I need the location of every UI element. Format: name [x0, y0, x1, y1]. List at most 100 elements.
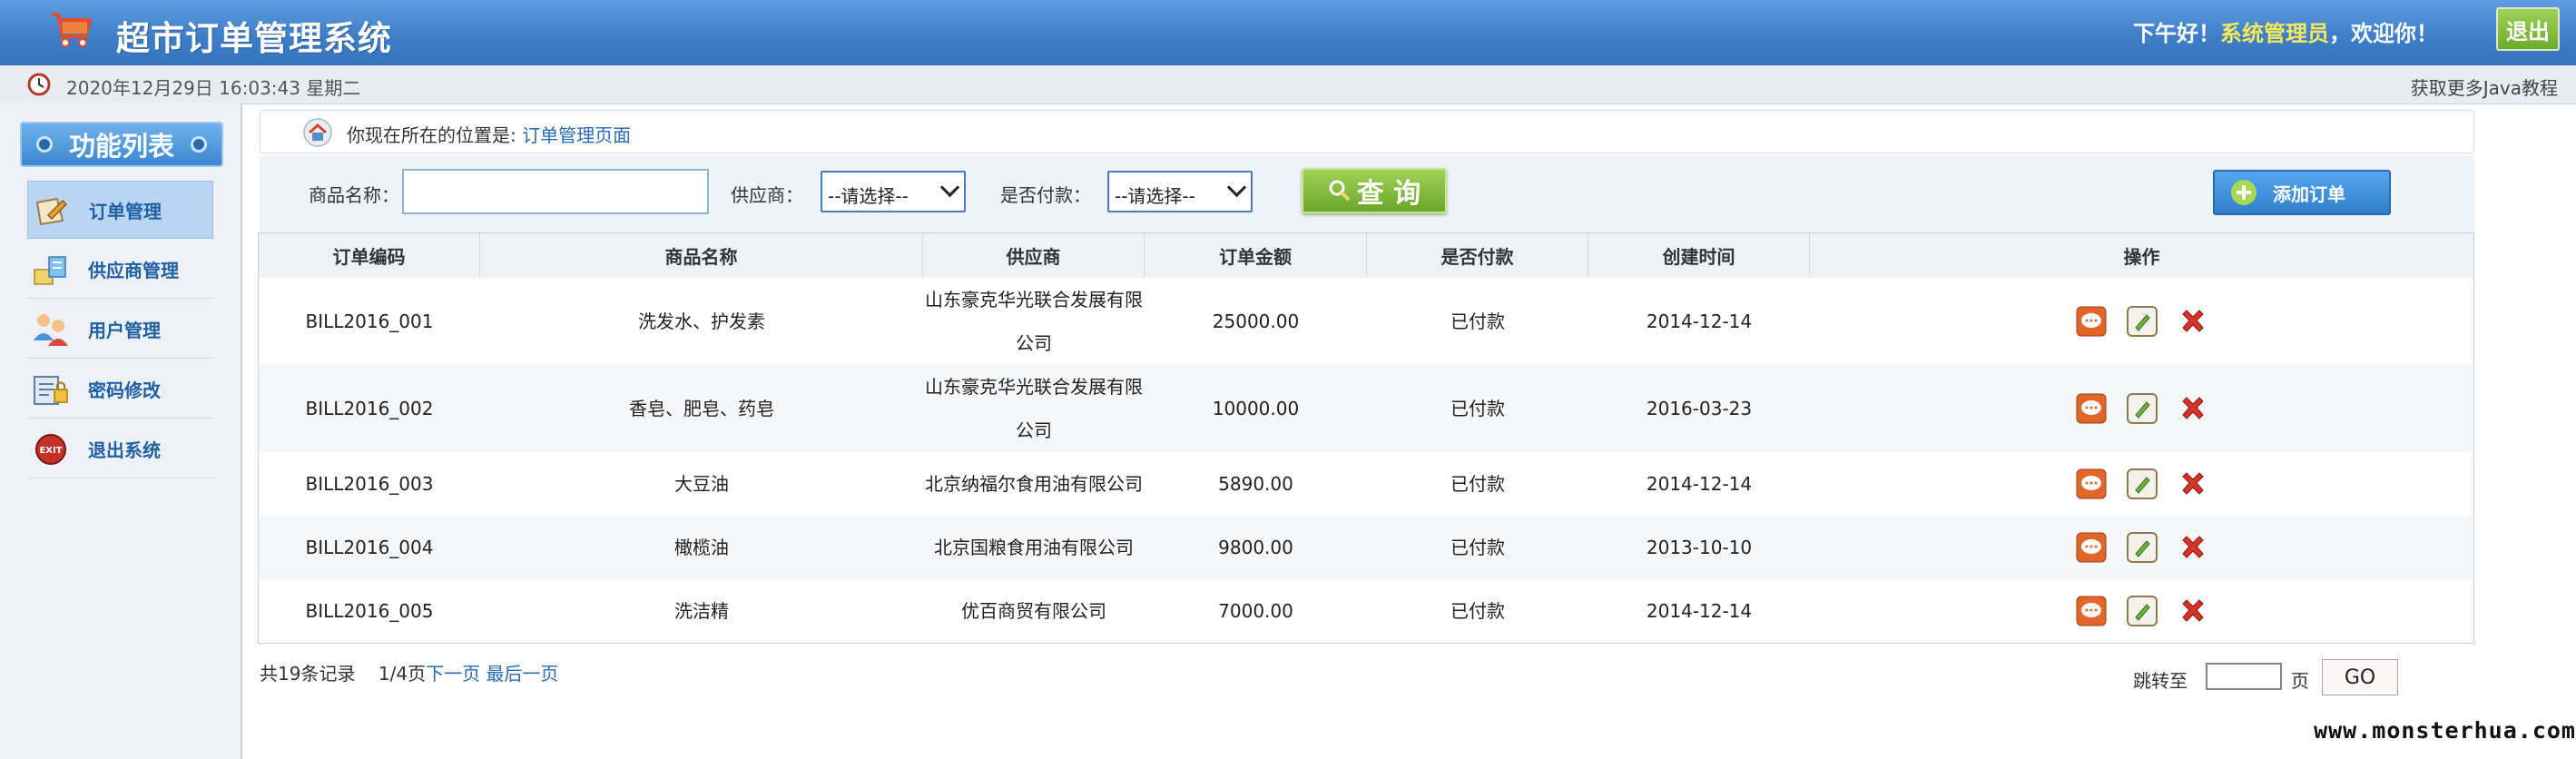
supplier-name: 北京国粮食用油有限公司 [923, 516, 1145, 579]
delete-icon[interactable] [2178, 393, 2208, 424]
breadcrumb-prefix: 你现在所在的位置是: [347, 124, 516, 146]
username: 系统管理员 [2220, 21, 2329, 46]
row-actions [1810, 579, 2473, 643]
password-icon [34, 375, 68, 405]
bullet-icon [191, 136, 207, 153]
delete-icon[interactable] [2178, 596, 2208, 626]
jump-page-input[interactable] [2206, 663, 2282, 690]
order-amount: 10000.00 [1212, 398, 1300, 419]
product-name: 大豆油 [674, 473, 729, 495]
supplier-selected: --请选择-- [828, 185, 909, 207]
sidebar-item-label: 退出系统 [88, 439, 161, 461]
supplier-line: 北京纳福尔食用油有限公司 [925, 473, 1143, 495]
order-amount: 7000.00 [1218, 600, 1293, 622]
edit-icon[interactable] [2126, 596, 2158, 626]
plus-icon [2231, 180, 2256, 205]
sidebar-item-label: 供应商管理 [88, 260, 179, 281]
delete-icon[interactable] [2178, 306, 2208, 337]
shopping-cart-icon [52, 13, 92, 47]
paid-status: 已付款 [1450, 310, 1505, 332]
edit-icon[interactable] [2126, 532, 2158, 563]
total-records: 共19条记录 [260, 663, 356, 685]
go-button[interactable]: GO [2322, 659, 2398, 695]
edit-icon[interactable] [2126, 393, 2158, 424]
view-icon[interactable] [2076, 596, 2107, 626]
created-date: 2014-12-14 [1646, 310, 1753, 332]
svg-text:EXIT: EXIT [39, 446, 62, 456]
order-code: BILL2016_001 [305, 310, 434, 332]
edit-icon[interactable] [2126, 306, 2158, 337]
next-page-link[interactable]: 下一页 [426, 663, 480, 685]
paid-status: 已付款 [1450, 398, 1505, 419]
table-row: BILL2016_001 洗发水、护发素 山东豪克华光联合发展有限 公司 2500… [259, 278, 2473, 365]
sidebar-title: 功能列表 [20, 122, 223, 167]
product-name: 洗洁精 [674, 600, 729, 622]
table-header: 订单编码 商品名称 供应商 订单金额 是否付款 创建时间 操作 [259, 233, 2473, 278]
supplier-name: 山东豪克华光联合发展有限 公司 [923, 365, 1145, 452]
users-icon [34, 313, 68, 346]
sidebar-item-supplier[interactable]: 供应商管理 [27, 241, 213, 299]
table-row: BILL2016_003 大豆油 北京纳福尔食用油有限公司 5890.00 已付… [259, 452, 2473, 516]
product-name-input[interactable] [402, 169, 709, 214]
order-code: BILL2016_005 [305, 600, 434, 622]
paid-select[interactable]: --请选择-- [1107, 171, 1253, 212]
sidebar-item-label: 用户管理 [88, 320, 161, 341]
add-order-label: 添加订单 [2273, 182, 2345, 205]
last-page-link[interactable]: 最后一页 [486, 663, 558, 685]
supplier-line: 优百商贸有限公司 [961, 600, 1106, 622]
order-code: BILL2016_004 [305, 537, 434, 558]
product-name: 洗发水、护发素 [638, 310, 765, 332]
delete-icon[interactable] [2178, 532, 2208, 563]
sidebar: 功能列表 订单管理 供应商管理 用户管理 密码修改 EXIT 退出系统 [0, 104, 242, 759]
breadcrumb-location[interactable]: 订单管理页面 [522, 124, 631, 146]
paid-selected: --请选择-- [1115, 185, 1195, 207]
exit-icon: EXIT [35, 433, 66, 465]
view-icon[interactable] [2076, 468, 2107, 499]
page-indicator: 1/4页 [378, 663, 427, 685]
sidebar-item-order[interactable]: 订单管理 [27, 181, 213, 239]
home-icon [303, 118, 332, 147]
supplier-select[interactable]: --请选择-- [821, 171, 966, 212]
view-icon[interactable] [2076, 393, 2107, 424]
bullet-icon [35, 136, 53, 153]
product-name-label: 商品名称： [309, 184, 399, 206]
view-icon[interactable] [2076, 532, 2107, 563]
watermark: www.monsterhua.com [2314, 717, 2576, 744]
add-order-button[interactable]: 添加订单 [2213, 170, 2391, 215]
order-table: 订单编码 商品名称 供应商 订单金额 是否付款 创建时间 操作 BILL2016… [258, 232, 2474, 644]
order-amount: 25000.00 [1212, 310, 1300, 332]
order-amount: 5890.00 [1218, 473, 1293, 495]
current-datetime: 2020年12月29日 16:03:43 星期二 [66, 77, 361, 99]
delete-icon[interactable] [2178, 468, 2208, 499]
sidebar-title-text: 功能列表 [68, 131, 174, 162]
supplier-line: 公司 [1016, 419, 1052, 441]
more-java-link[interactable]: 获取更多Java教程 [2411, 74, 2558, 100]
sidebar-item-users[interactable]: 用户管理 [27, 301, 213, 359]
order-amount: 9800.00 [1218, 537, 1293, 558]
jump-label: 跳转至 [2133, 670, 2188, 692]
order-code: BILL2016_003 [305, 473, 434, 495]
query-button[interactable]: 查 询 [1302, 168, 1447, 213]
chevron-down-icon [939, 177, 960, 198]
header-supplier: 供应商 [923, 233, 1145, 278]
query-label: 查 询 [1356, 178, 1421, 210]
edit-icon[interactable] [2126, 468, 2158, 499]
sidebar-item-label: 订单管理 [89, 200, 162, 222]
order-code: BILL2016_002 [305, 398, 434, 419]
supplier-name: 山东豪克华光联合发展有限 公司 [923, 278, 1145, 365]
created-date: 2016-03-23 [1646, 398, 1753, 419]
sidebar-item-exit[interactable]: EXIT 退出系统 [27, 420, 213, 478]
search-icon [1329, 180, 1351, 202]
table-row: BILL2016_005 洗洁精 优百商贸有限公司 7000.00 已付款 20… [259, 579, 2473, 643]
paid-status: 已付款 [1450, 537, 1505, 558]
row-actions [1810, 278, 2473, 365]
greeting: 下午好！系统管理员，欢迎你！ [2133, 15, 2438, 47]
supplier-label: 供应商： [731, 184, 803, 206]
chevron-down-icon [1226, 177, 1247, 198]
sidebar-item-password[interactable]: 密码修改 [27, 360, 213, 419]
logout-button[interactable]: 退出 [2496, 7, 2560, 51]
time-bar: 2020年12月29日 16:03:43 星期二 获取更多Java教程 [0, 65, 2576, 104]
view-icon[interactable] [2076, 306, 2107, 337]
supplier-name: 优百商贸有限公司 [923, 579, 1145, 643]
top-header: 超市订单管理系统 下午好！系统管理员，欢迎你！ 退出 [0, 0, 2576, 65]
